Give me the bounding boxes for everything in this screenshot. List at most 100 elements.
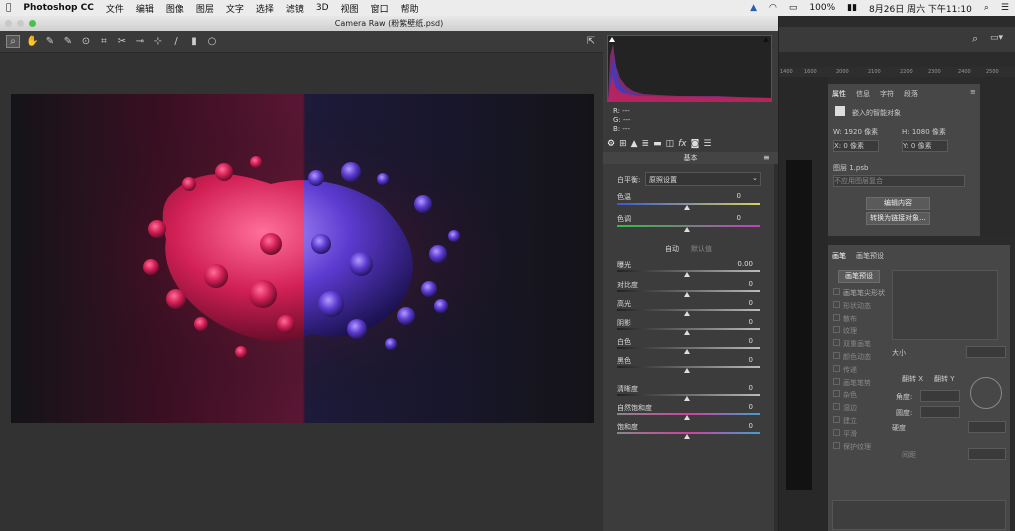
clock[interactable]: 8月26日 周六 下午11:10 [869, 2, 972, 15]
split-toning-tab-icon[interactable]: ▬ [653, 139, 662, 149]
flip-y-checkbox[interactable]: 翻转 Y [934, 374, 955, 384]
zoom-icon[interactable] [29, 20, 36, 27]
brush-option-item[interactable]: 建立 [833, 416, 885, 427]
slider-handle[interactable] [684, 330, 690, 335]
flip-x-checkbox[interactable]: 翻转 X [902, 374, 923, 384]
slider-handle[interactable] [684, 415, 690, 420]
brush-option-item[interactable]: 画笔笔势 [833, 377, 885, 389]
crop-tool-icon[interactable]: ⌗ [98, 36, 110, 47]
hardness-field[interactable] [968, 421, 1006, 433]
checkbox-icon[interactable] [833, 339, 840, 347]
slider-handle[interactable] [684, 272, 690, 277]
minimize-icon[interactable] [17, 20, 24, 27]
slider-value[interactable]: 0 [723, 384, 753, 392]
size-field[interactable] [966, 346, 1006, 358]
slider-value[interactable]: 0 [723, 280, 753, 288]
shadow-clip-icon[interactable] [609, 37, 615, 42]
auto-button[interactable]: 自动 [665, 244, 679, 254]
brush-option-item[interactable]: 纹理 [833, 326, 885, 337]
menu-image[interactable]: 图像 [166, 2, 184, 15]
checkbox-icon[interactable] [833, 313, 840, 321]
spacing-field[interactable] [968, 448, 1006, 460]
radial-filter-icon[interactable]: ○ [206, 36, 218, 47]
slider-value[interactable]: 0 [723, 337, 753, 345]
white-balance-select[interactable]: 原照设置 ⌄ [645, 172, 761, 186]
hand-tool-icon[interactable]: ✋ [26, 36, 38, 47]
height-field[interactable]: H: 1080 像素 [902, 127, 946, 137]
checkbox-icon[interactable] [833, 428, 840, 436]
panel-menu-icon[interactable]: ≡ [763, 153, 770, 162]
checkbox-icon[interactable] [833, 403, 840, 411]
menu-type[interactable]: 文字 [226, 2, 244, 15]
zoom-tool-icon[interactable]: ⌕ [6, 35, 20, 48]
checkbox-icon[interactable] [833, 352, 840, 359]
menu-help[interactable]: 帮助 [401, 2, 419, 15]
checkbox-icon[interactable] [833, 416, 840, 423]
brush-option-item[interactable]: 双重画笔 [833, 339, 885, 350]
brush-option-item[interactable]: 平滑 [833, 428, 885, 440]
width-field[interactable]: W: 1920 像素 [833, 127, 878, 137]
angle-field[interactable] [920, 390, 960, 402]
highlight-clip-icon[interactable] [763, 37, 769, 42]
menu-view[interactable]: 视图 [341, 2, 359, 15]
hsl-tab-icon[interactable]: ≣ [642, 139, 650, 149]
battery-icon[interactable]: ▮▮ [847, 3, 857, 13]
apple-menu-icon[interactable]:  [6, 3, 11, 13]
spot-removal-icon[interactable]: ⊸ [134, 36, 146, 47]
slider-handle[interactable] [684, 292, 690, 297]
tab-brush-presets[interactable]: 画笔预设 [856, 251, 884, 261]
tab-properties[interactable]: 属性 [832, 89, 846, 99]
slider-value[interactable]: 0 [723, 422, 753, 430]
tint-slider-handle[interactable] [684, 227, 690, 232]
checkbox-icon[interactable] [833, 390, 840, 398]
camera-calibration-tab-icon[interactable]: ◙ [691, 139, 700, 149]
white-balance-tool-icon[interactable]: ✎ [44, 36, 56, 47]
menu-filter[interactable]: 滤镜 [286, 2, 304, 15]
presets-tab-icon[interactable]: ☰ [703, 139, 711, 149]
brush-angle-widget[interactable] [970, 377, 1002, 409]
effects-tab-icon[interactable]: fx [678, 139, 687, 149]
brush-tip-grid[interactable] [892, 270, 998, 340]
photo-preview[interactable] [11, 94, 594, 423]
brush-presets-button[interactable]: 画笔预设 [838, 270, 880, 283]
straighten-tool-icon[interactable]: ✂ [116, 36, 128, 47]
brush-option-item[interactable]: 颜色动态 [833, 352, 885, 363]
brush-option-item[interactable]: 杂色 [833, 390, 885, 401]
red-eye-icon[interactable]: ⊹ [152, 36, 164, 47]
edit-contents-button[interactable]: 编辑内容 [866, 197, 930, 210]
search-icon[interactable]: ⌕ [972, 32, 978, 46]
slider-handle[interactable] [684, 368, 690, 373]
tint-value[interactable]: 0 [711, 214, 741, 222]
checkbox-icon[interactable] [833, 377, 840, 385]
brush-option-item[interactable]: 画笔笔尖形状 [833, 288, 885, 299]
app-menu[interactable]: Photoshop CC [23, 3, 93, 13]
workspace-icon[interactable]: ▭▾ [990, 33, 1003, 43]
slider-value[interactable]: 0 [723, 299, 753, 307]
basic-tab-icon[interactable]: ⚙ [607, 139, 615, 149]
checkbox-icon[interactable] [833, 288, 840, 295]
x-field[interactable]: X: 0 像素 [833, 140, 879, 152]
roundness-field[interactable] [920, 406, 960, 418]
tab-info[interactable]: 信息 [856, 89, 870, 99]
layer-comp-select[interactable]: 不应用图层复合 [833, 175, 965, 187]
checkbox-icon[interactable] [833, 326, 840, 334]
tab-brush[interactable]: 画笔 [832, 251, 846, 261]
y-field[interactable]: Y: 0 像素 [902, 140, 948, 152]
menu-file[interactable]: 文件 [106, 2, 124, 15]
adjustment-brush-icon[interactable]: / [170, 36, 182, 47]
brush-option-item[interactable]: 形状动态 [833, 300, 885, 312]
slider-value[interactable]: 0.00 [723, 260, 753, 268]
ps-document[interactable] [786, 160, 812, 490]
close-icon[interactable] [5, 20, 12, 27]
notification-icon[interactable]: ☰ [1001, 3, 1009, 13]
convert-to-linked-button[interactable]: 转换为链接对象... [866, 212, 930, 225]
checkbox-icon[interactable] [833, 441, 840, 449]
menu-3d[interactable]: 3D [316, 3, 329, 13]
spotlight-icon[interactable]: ⌕ [984, 3, 989, 13]
slider-handle[interactable] [684, 349, 690, 354]
panel-menu-icon[interactable]: ≡ [970, 88, 976, 96]
menu-select[interactable]: 选择 [256, 2, 274, 15]
menu-edit[interactable]: 编辑 [136, 2, 154, 15]
tab-character[interactable]: 字符 [880, 89, 894, 99]
menu-layer[interactable]: 图层 [196, 2, 214, 15]
